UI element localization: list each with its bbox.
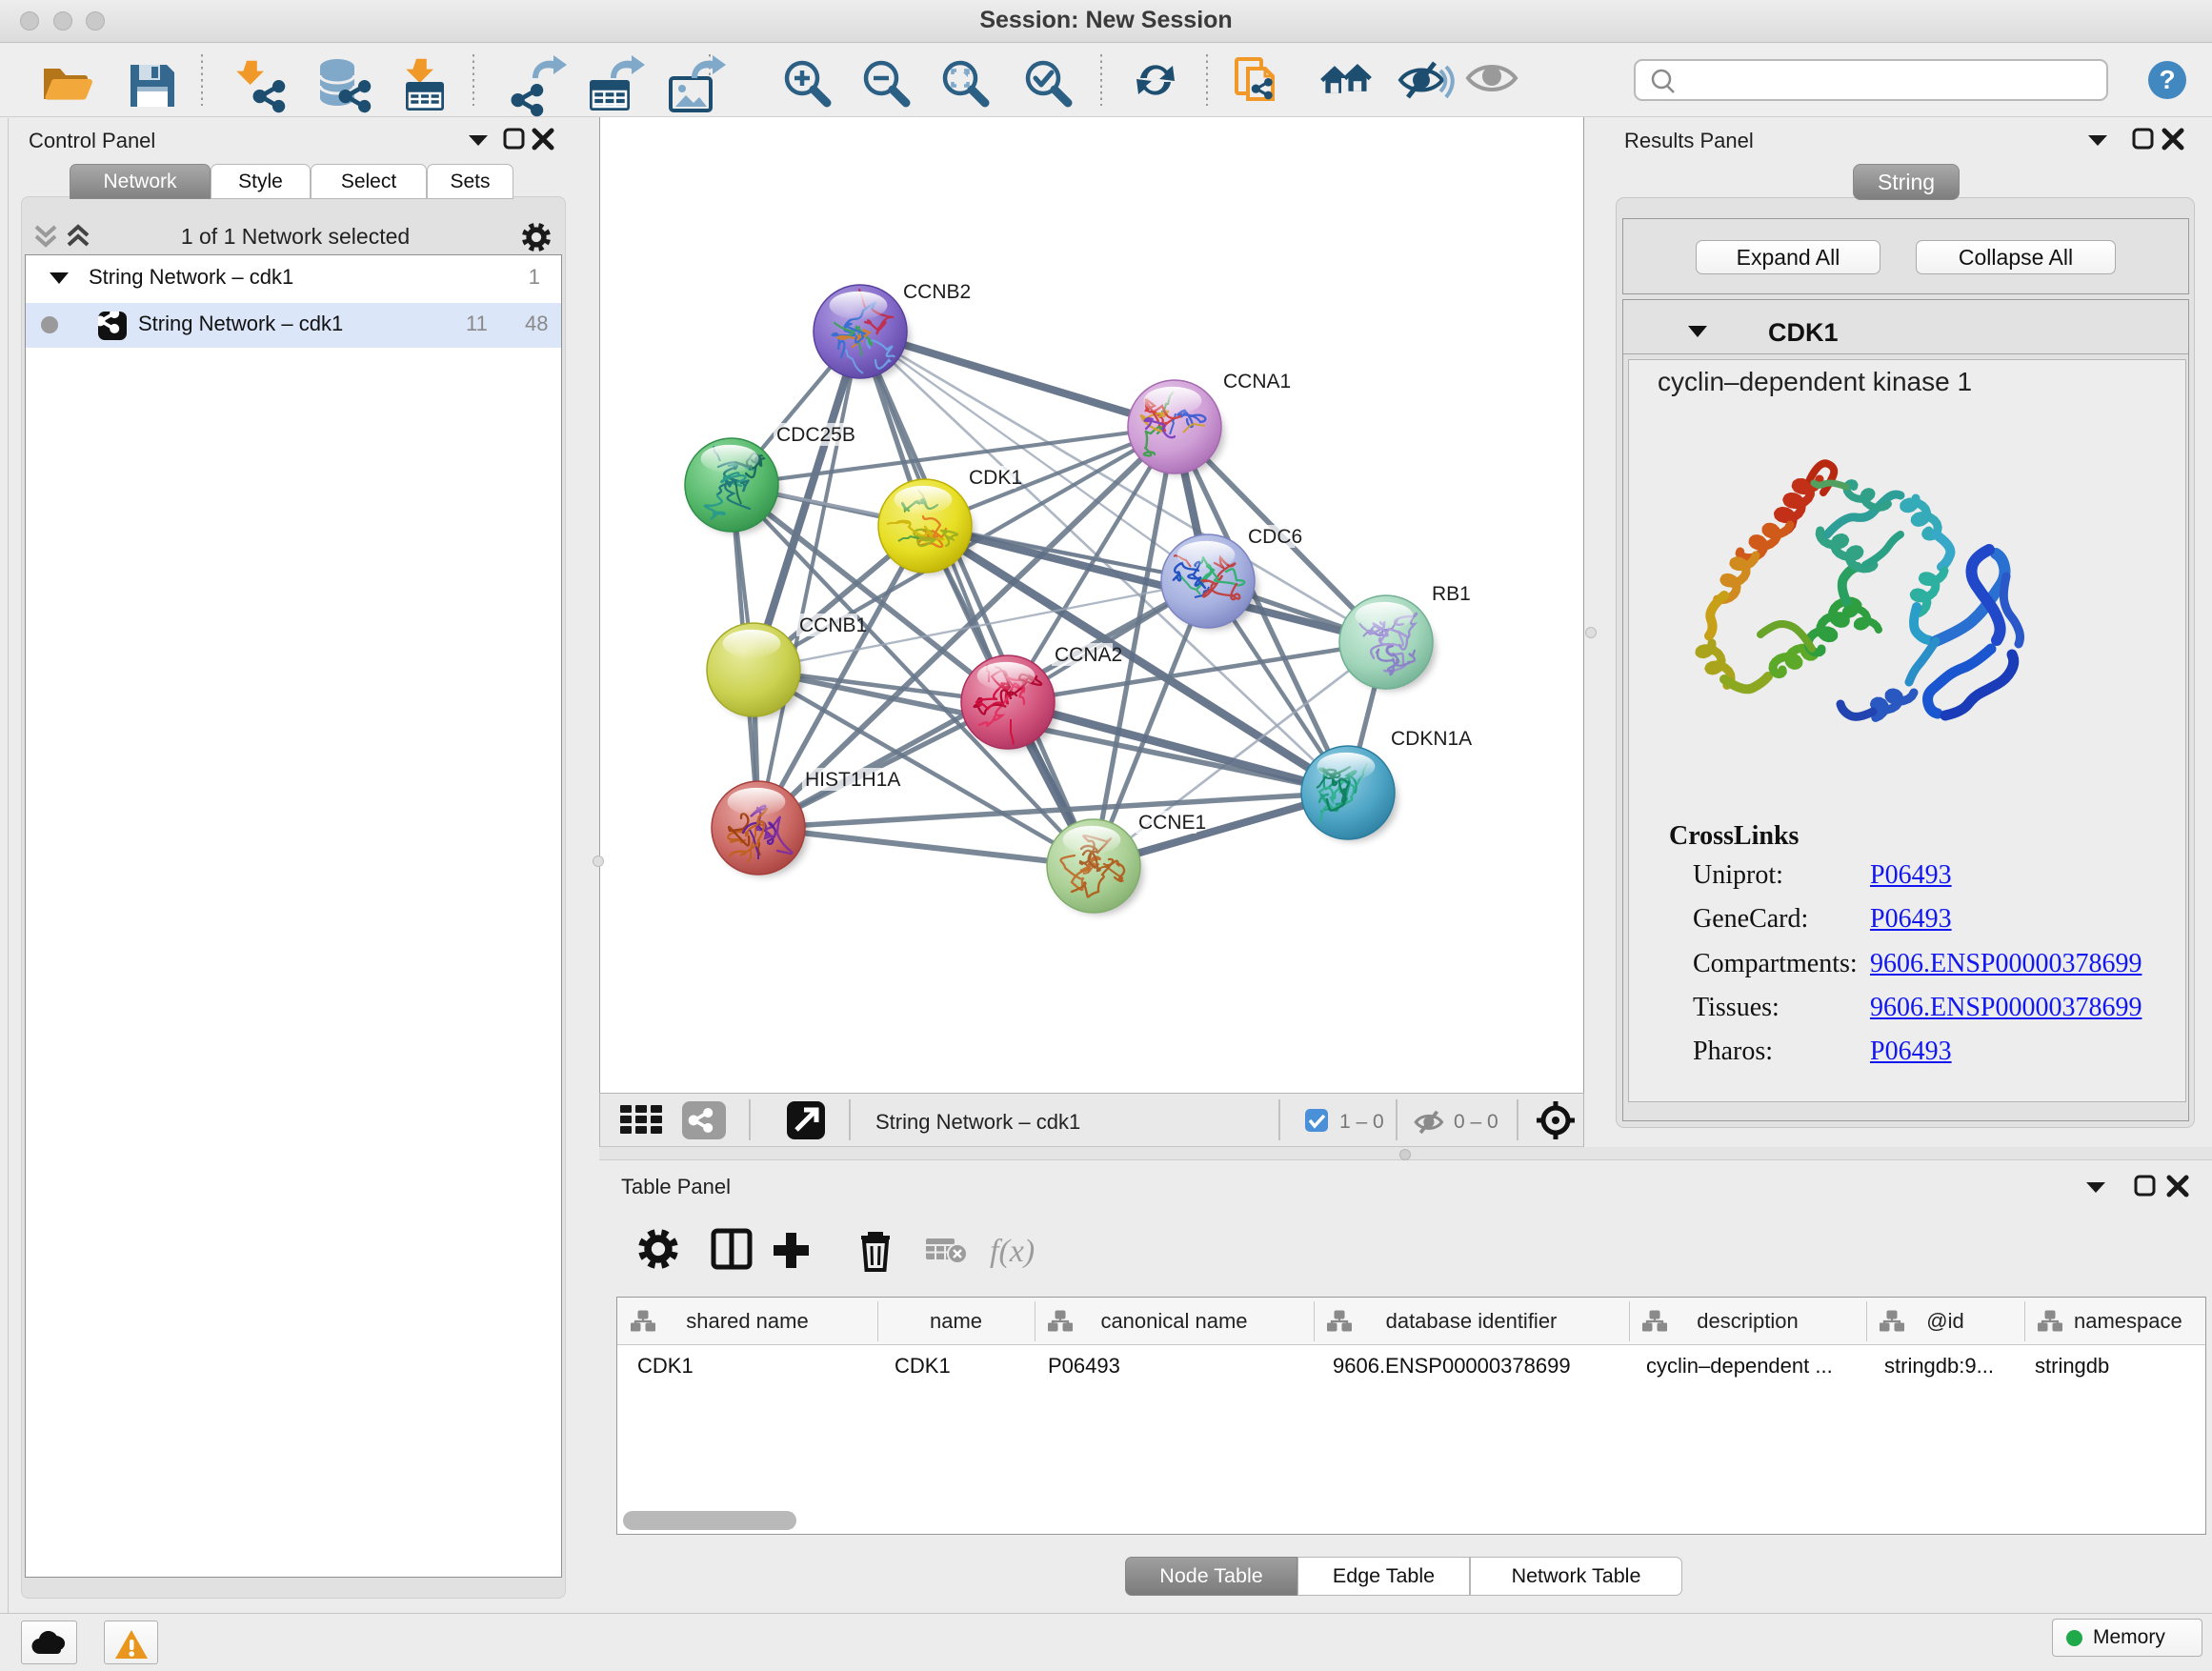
svg-text:f(x): f(x) bbox=[990, 1234, 1035, 1269]
svg-text:CCNA1: CCNA1 bbox=[1223, 371, 1291, 393]
svg-text:HIST1H1A: HIST1H1A bbox=[805, 769, 900, 791]
svg-text:1 – 0: 1 – 0 bbox=[1339, 1111, 1384, 1133]
svg-text:CDC6: CDC6 bbox=[1248, 526, 1302, 548]
svg-text:CCNE1: CCNE1 bbox=[1138, 812, 1206, 834]
svg-text:String Network – cdk1: String Network – cdk1 bbox=[875, 1110, 1080, 1134]
svg-text:CDK1: CDK1 bbox=[969, 467, 1022, 489]
svg-text:CCNA2: CCNA2 bbox=[1055, 644, 1122, 666]
svg-text:CDKN1A: CDKN1A bbox=[1391, 728, 1472, 750]
svg-text:?: ? bbox=[2159, 65, 2175, 94]
svg-text:RB1: RB1 bbox=[1432, 583, 1471, 605]
svg-text:0 – 0: 0 – 0 bbox=[1454, 1111, 1498, 1133]
svg-text:CCNB1: CCNB1 bbox=[799, 614, 867, 636]
svg-text:CDC25B: CDC25B bbox=[776, 424, 855, 446]
svg-text:CCNB2: CCNB2 bbox=[903, 281, 971, 303]
